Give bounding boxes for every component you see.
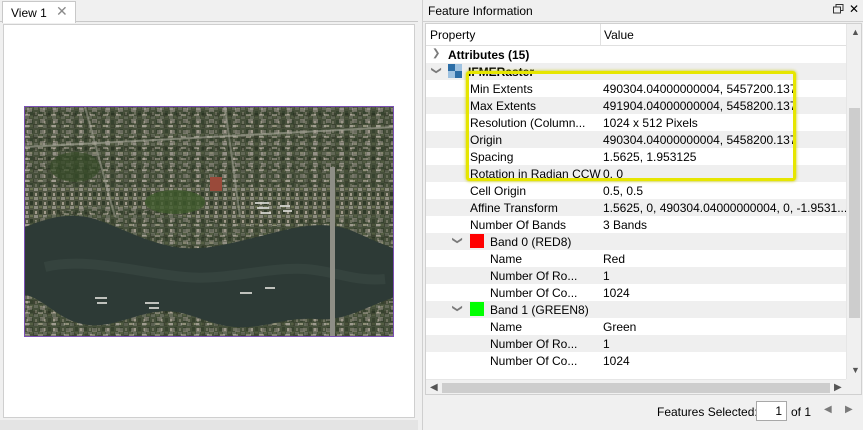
feature-property-tree[interactable]: Property Value ❯ Attributes (15) ❯ IFMER… [425, 23, 862, 395]
property-value: 3 Bands [603, 218, 648, 232]
next-feature-icon[interactable]: ▶ [845, 404, 853, 415]
property-name: Spacing [470, 150, 514, 164]
vertical-scroll-thumb[interactable] [849, 108, 860, 318]
property-value: 1.5625, 1.953125 [603, 150, 697, 164]
tree-row-property[interactable]: Number Of Bands 3 Bands [426, 216, 846, 233]
horizontal-scroll-thumb[interactable] [442, 383, 830, 393]
vertical-scrollbar[interactable]: ▲ ▼ [846, 24, 861, 379]
tree-row-property[interactable]: Min Extents 490304.04000000004, 5457200.1… [426, 80, 846, 97]
feature-count-label: of 1 [791, 405, 812, 419]
column-divider[interactable] [600, 24, 601, 46]
property-value: Green [603, 320, 637, 334]
close-tab-icon[interactable]: ✕ [56, 3, 68, 20]
property-name: Name [490, 320, 523, 334]
property-value: 491904.04000000004, 5458200.137 [603, 99, 797, 113]
tree-row-property[interactable]: Origin 490304.04000000004, 5458200.137 [426, 131, 846, 148]
property-name: Affine Transform [470, 201, 558, 215]
tree-header: Property Value [426, 24, 846, 46]
horizontal-scrollbar[interactable]: ◀ ▶ [426, 379, 846, 394]
column-header-property[interactable]: Property [430, 28, 475, 42]
property-name: Cell Origin [470, 184, 527, 198]
property-value: 0, 0 [603, 167, 624, 181]
property-value: 1 [603, 337, 610, 351]
scroll-up-icon[interactable]: ▲ [851, 27, 860, 37]
property-name: Origin [470, 133, 503, 147]
tab-view-1-label: View 1 [11, 6, 47, 20]
features-selected-label: Features Selected: [657, 405, 758, 419]
tree-row-attributes[interactable]: ❯ Attributes (15) [426, 46, 846, 63]
tree-row-property[interactable]: Spacing 1.5625, 1.953125 [426, 148, 846, 165]
property-name: Number Of Ro... [490, 269, 578, 283]
view-tab-bar: View 1 ✕ [0, 0, 418, 23]
property-value: 1024 x 512 Pixels [603, 116, 698, 130]
chevron-down-icon[interactable]: ❯ [431, 66, 442, 74]
tree-row-property[interactable]: Max Extents 491904.04000000004, 5458200.1… [426, 97, 846, 114]
scroll-right-icon[interactable]: ▶ [834, 382, 842, 393]
view-panel: View 1 ✕ [0, 0, 418, 430]
tab-view-1[interactable]: View 1 ✕ [2, 1, 76, 23]
tree-row-band-1[interactable]: ❯ Band 1 (GREEN8) [426, 301, 846, 318]
scroll-corner [846, 379, 861, 394]
column-header-value[interactable]: Value [604, 28, 634, 42]
tree-row-band-property[interactable]: Number Of Co... 1024 [426, 352, 846, 369]
chevron-down-icon[interactable]: ❯ [452, 236, 463, 244]
attributes-label: Attributes (15) [448, 48, 530, 62]
property-value: Red [603, 252, 626, 266]
chevron-right-icon[interactable]: ❯ [432, 48, 440, 59]
feature-information-panel: Feature Information ✕ Property Value ❯ A… [422, 0, 863, 430]
close-panel-icon[interactable]: ✕ [849, 2, 859, 16]
feature-index-input[interactable] [756, 401, 787, 421]
property-name: Max Extents [470, 99, 537, 113]
tree-row-band-property[interactable]: Number Of Co... 1024 [426, 284, 846, 301]
property-name: Min Extents [470, 82, 533, 96]
property-value: 1.5625, 0, 490304.04000000004, 0, -1.953… [603, 201, 846, 215]
property-value: 1024 [603, 354, 630, 368]
aerial-raster-image [24, 106, 394, 337]
panel-title-bar: Feature Information ✕ [423, 0, 863, 22]
property-value: 490304.04000000004, 5458200.137 [603, 133, 797, 147]
tree-row-band-property[interactable]: Number Of Ro... 1 [426, 335, 846, 352]
tree-row-property[interactable]: Cell Origin 0.5, 0.5 [426, 182, 846, 199]
tree-row-property[interactable]: Resolution (Column... 1024 x 512 Pixels [426, 114, 846, 131]
property-value: 1024 [603, 286, 630, 300]
property-name: Number Of Co... [490, 354, 578, 368]
selection-footer: Features Selected: of 1 ◀ ▶ [423, 398, 863, 426]
tree-row-band-property[interactable]: Name Green [426, 318, 846, 335]
tree-row-band-property[interactable]: Number Of Ro... 1 [426, 267, 846, 284]
scroll-left-icon[interactable]: ◀ [430, 382, 438, 393]
raster-icon [448, 64, 462, 78]
view-status-strip [0, 420, 418, 430]
chevron-down-icon[interactable]: ❯ [452, 304, 463, 312]
band-color-swatch [470, 302, 484, 316]
scroll-down-icon[interactable]: ▼ [851, 365, 860, 375]
band-label: Band 1 (GREEN8) [490, 303, 589, 317]
tree-row-property[interactable]: Rotation in Radian CCW 0, 0 [426, 165, 846, 182]
property-value: 490304.04000000004, 5457200.137 [603, 82, 797, 96]
tree-row-band-0[interactable]: ❯ Band 0 (RED8) [426, 233, 846, 250]
map-canvas[interactable] [3, 24, 415, 418]
previous-feature-icon[interactable]: ◀ [824, 404, 832, 415]
panel-title: Feature Information [428, 4, 533, 18]
property-name: Number Of Co... [490, 286, 578, 300]
band-label: Band 0 (RED8) [490, 235, 572, 249]
property-value: 1 [603, 269, 610, 283]
property-name: Rotation in Radian CCW [470, 167, 601, 181]
property-name: Name [490, 252, 523, 266]
tree-row-band-property[interactable]: Name Red [426, 250, 846, 267]
property-value: 0.5, 0.5 [603, 184, 644, 198]
property-name: Resolution (Column... [470, 116, 586, 130]
property-name: Number Of Bands [470, 218, 567, 232]
property-name: Number Of Ro... [490, 337, 578, 351]
float-window-icon[interactable] [833, 4, 844, 14]
raster-label: IFMERaster [468, 65, 535, 79]
band-color-swatch [470, 234, 484, 248]
tree-row-property[interactable]: Affine Transform 1.5625, 0, 490304.040000… [426, 199, 846, 216]
tree-row-raster[interactable]: ❯ IFMERaster [426, 63, 846, 80]
